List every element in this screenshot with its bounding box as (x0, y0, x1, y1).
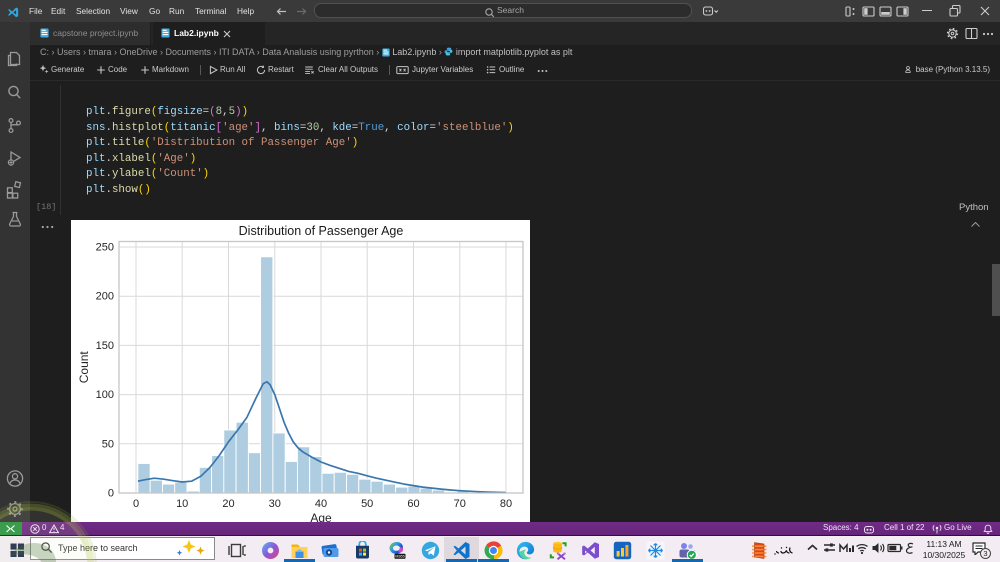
svg-text:70: 70 (454, 498, 466, 510)
svg-text:100: 100 (96, 389, 114, 401)
svg-text:60: 60 (407, 498, 419, 510)
svg-text:30: 30 (269, 498, 281, 510)
svg-text:200: 200 (96, 291, 114, 303)
svg-text:Distribution of Passenger Age: Distribution of Passenger Age (239, 224, 404, 238)
svg-text:80: 80 (500, 498, 512, 510)
svg-text:50: 50 (102, 438, 114, 450)
svg-text:Count: Count (77, 351, 91, 384)
svg-text:M365: M365 (395, 555, 405, 559)
svg-text:50: 50 (361, 498, 373, 510)
svg-text:20: 20 (222, 498, 234, 510)
svg-text:150: 150 (96, 340, 114, 352)
svg-text:0: 0 (108, 488, 114, 500)
svg-text:40: 40 (315, 498, 327, 510)
svg-text:0: 0 (133, 498, 139, 510)
svg-text:250: 250 (96, 242, 114, 254)
svg-text:10: 10 (176, 498, 188, 510)
